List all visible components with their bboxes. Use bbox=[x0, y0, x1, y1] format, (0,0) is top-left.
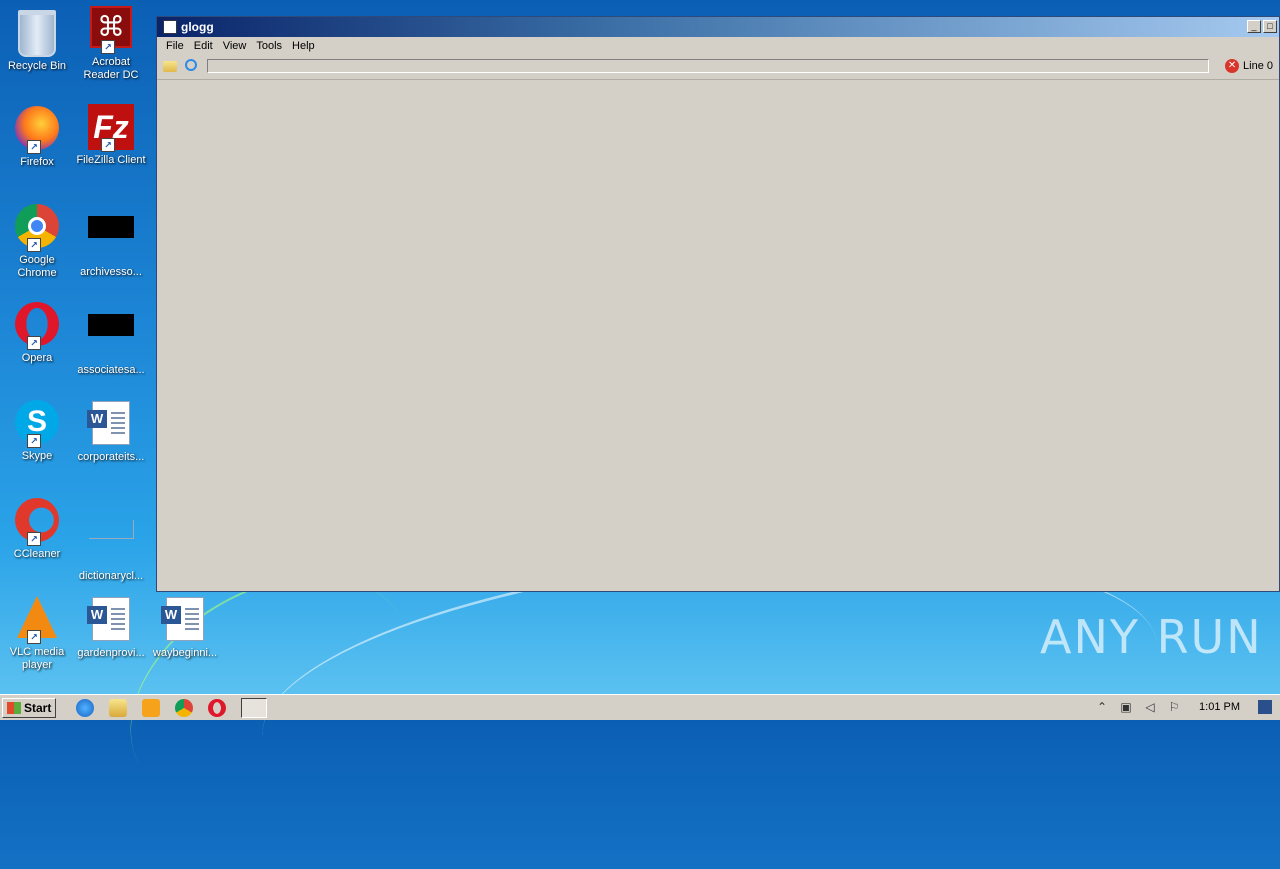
desktop-icon-label: FileZilla Client bbox=[76, 154, 146, 166]
file-thumbnail-icon bbox=[87, 520, 135, 568]
menu-view[interactable]: View bbox=[218, 40, 252, 52]
tray-expand-icon[interactable]: ⌃ bbox=[1095, 700, 1109, 714]
desktop-icon-label: associatesa... bbox=[77, 364, 145, 376]
glogg-taskbar-button[interactable] bbox=[241, 697, 268, 718]
desktop-icon-vlc[interactable]: ↗ VLC media player bbox=[0, 594, 74, 672]
menu-edit[interactable]: Edit bbox=[189, 40, 218, 52]
desktop-icon-label: Acrobat Reader DC bbox=[83, 56, 139, 81]
taskbar: Start ⌃ ▣ ◁ ⚐ 1:01 PM bbox=[0, 694, 1280, 720]
word-document-icon: W bbox=[87, 597, 135, 645]
app-icon bbox=[163, 20, 177, 34]
desktop-icon-label: gardenprovi... bbox=[77, 647, 145, 659]
firefox-icon: ↗ bbox=[13, 106, 61, 154]
desktop-icon-archivesso[interactable]: archivesso... bbox=[74, 202, 148, 279]
volume-icon[interactable]: ◁ bbox=[1143, 700, 1157, 714]
opera-icon: ↗ bbox=[13, 302, 61, 350]
desktop-icon-dictionarycl[interactable]: dictionarycl... bbox=[74, 496, 148, 583]
desktop-icon-label: archivesso... bbox=[80, 266, 142, 278]
desktop-icon-label: Firefox bbox=[20, 156, 54, 168]
filezilla-icon: Fz ↗ bbox=[87, 104, 135, 152]
show-desktop-button[interactable] bbox=[1258, 700, 1272, 714]
title-bar[interactable]: glogg _ □ bbox=[157, 17, 1279, 37]
desktop-icon-acrobat[interactable]: ⌘ ↗ Acrobat Reader DC bbox=[74, 6, 148, 82]
desktop-icon-firefox[interactable]: ↗ Firefox bbox=[0, 104, 74, 169]
error-icon: ✕ bbox=[1225, 59, 1240, 73]
recycle-bin-icon bbox=[13, 10, 61, 58]
system-tray: ⌃ ▣ ◁ ⚐ 1:01 PM bbox=[1095, 697, 1280, 717]
glogg-window: glogg _ □ File Edit View Tools Help ✕ Li… bbox=[156, 16, 1280, 592]
file-thumbnail-icon bbox=[87, 216, 135, 264]
desktop-icon-label: waybeginni... bbox=[152, 647, 218, 659]
network-icon[interactable]: ▣ bbox=[1119, 700, 1133, 714]
desktop-icon-ccleaner[interactable]: ↗ CCleaner bbox=[0, 496, 74, 561]
action-center-flag-icon[interactable]: ⚐ bbox=[1167, 700, 1181, 714]
file-explorer-icon[interactable] bbox=[109, 698, 128, 717]
search-input[interactable] bbox=[207, 59, 1209, 73]
windows-flag-icon bbox=[7, 701, 21, 714]
desktop-icon-label: dictionarycl... bbox=[78, 570, 144, 582]
status-indicator: ✕ Line 0 bbox=[1225, 59, 1273, 73]
skype-icon: S ↗ bbox=[13, 400, 61, 448]
file-thumbnail-icon bbox=[87, 314, 135, 362]
toolbar: ✕ Line 0 bbox=[157, 55, 1279, 79]
media-player-icon[interactable] bbox=[142, 698, 161, 717]
ccleaner-icon: ↗ bbox=[13, 498, 61, 546]
desktop-icon-recycle-bin[interactable]: Recycle Bin bbox=[0, 6, 74, 73]
desktop-icon-filezilla[interactable]: Fz ↗ FileZilla Client bbox=[74, 104, 148, 167]
line-status: Line 0 bbox=[1243, 60, 1273, 72]
desktop-icon-waybeginni[interactable]: W waybeginni... bbox=[148, 594, 222, 660]
minimize-button[interactable]: _ bbox=[1247, 20, 1261, 33]
word-document-icon: W bbox=[87, 401, 135, 449]
desktop-icon-skype[interactable]: S ↗ Skype bbox=[0, 398, 74, 463]
window-title: glogg bbox=[181, 20, 214, 34]
desktop-icon-label: Recycle Bin bbox=[7, 60, 67, 72]
desktop-icon-associatesa[interactable]: associatesa... bbox=[74, 300, 148, 377]
reload-button[interactable] bbox=[185, 59, 201, 75]
open-folder-button[interactable] bbox=[163, 59, 179, 75]
desktop-icon-label: Skype bbox=[21, 450, 53, 462]
acrobat-icon: ⌘ ↗ bbox=[87, 6, 135, 54]
desktop-icon-gardenprovi[interactable]: W gardenprovi... bbox=[74, 594, 148, 660]
chrome-icon: ↗ bbox=[13, 204, 61, 252]
desktop-icon-label: Google Chrome bbox=[17, 254, 57, 279]
menu-tools[interactable]: Tools bbox=[251, 40, 287, 52]
desktop-icon-label: Opera bbox=[21, 352, 53, 364]
folder-icon bbox=[163, 61, 177, 72]
start-label: Start bbox=[24, 700, 52, 715]
desktop-icon-label: corporateits... bbox=[77, 451, 145, 463]
desktop-icon-opera[interactable]: ↗ Opera bbox=[0, 300, 74, 365]
desktop-icon-corporateits[interactable]: W corporateits... bbox=[74, 398, 148, 464]
clock[interactable]: 1:01 PM bbox=[1199, 701, 1240, 713]
menu-bar: File Edit View Tools Help bbox=[157, 37, 1279, 55]
maximize-button[interactable]: □ bbox=[1263, 20, 1277, 33]
start-button[interactable]: Start bbox=[2, 697, 57, 718]
desktop-icon-label: VLC media player bbox=[9, 646, 65, 671]
menu-help[interactable]: Help bbox=[287, 40, 320, 52]
refresh-icon bbox=[185, 59, 197, 71]
word-document-icon: W bbox=[161, 597, 209, 645]
watermark: ANY RUN bbox=[1040, 610, 1263, 664]
opera-taskbar-icon[interactable] bbox=[208, 698, 227, 717]
vlc-icon: ↗ bbox=[13, 596, 61, 644]
chrome-taskbar-icon[interactable] bbox=[175, 698, 194, 717]
menu-file[interactable]: File bbox=[161, 40, 189, 52]
log-view-area[interactable] bbox=[157, 79, 1279, 591]
desktop-icon-label: CCleaner bbox=[13, 548, 61, 560]
desktop-icon-chrome[interactable]: ↗ Google Chrome bbox=[0, 202, 74, 280]
internet-explorer-icon[interactable] bbox=[76, 698, 95, 717]
